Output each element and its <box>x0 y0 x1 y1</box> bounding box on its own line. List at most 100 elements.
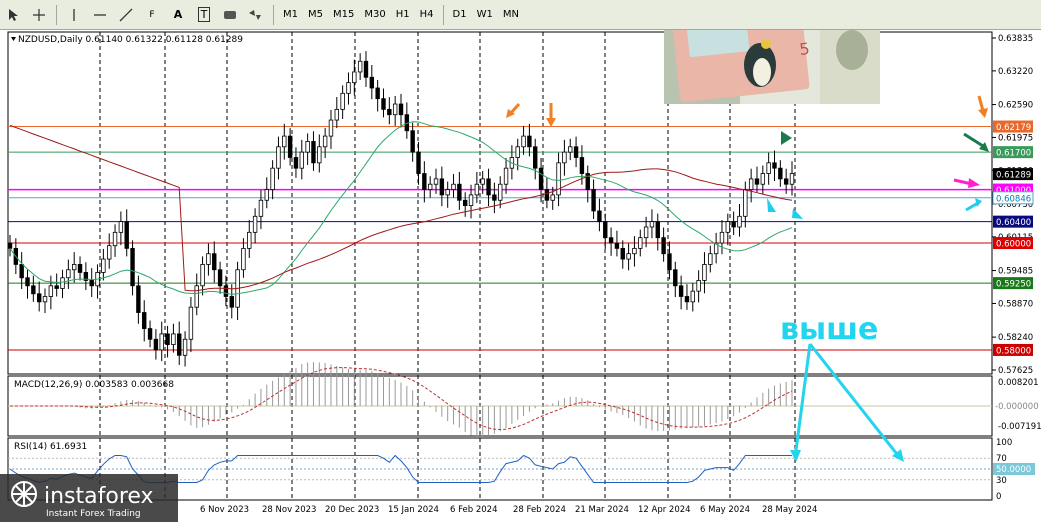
cursor-icon[interactable] <box>2 4 24 26</box>
price-tick-label: 0.63220 <box>998 67 1033 77</box>
candle-body <box>392 103 398 116</box>
date-tick-label: 15 Jan 2024 <box>388 505 439 515</box>
price-tick-label: 0.59485 <box>998 267 1033 277</box>
timeframe-m1[interactable]: M1 <box>278 4 303 26</box>
crosshair-icon[interactable] <box>28 4 50 26</box>
price-level-label: 0.61700 <box>996 149 1031 159</box>
candle-body <box>492 194 497 201</box>
date-tick-label: 20 Dec 2023 <box>325 505 379 515</box>
trendline-icon[interactable] <box>115 4 137 26</box>
candle-body <box>217 269 223 287</box>
candle-body <box>398 103 404 116</box>
candle-body <box>7 242 13 249</box>
price-tick-label: 0.61975 <box>998 133 1033 143</box>
timeframe-d1[interactable]: D1 <box>448 4 472 26</box>
candle-body <box>439 178 445 196</box>
candle-body <box>136 285 141 313</box>
fib-label: F <box>149 9 155 20</box>
candle-body <box>766 162 771 174</box>
candle-body <box>165 333 170 346</box>
chart-window[interactable]: 0.638350.632200.625900.619750.613600.607… <box>0 4 1041 522</box>
candle-body <box>614 242 620 249</box>
candle-body <box>241 247 246 271</box>
candle-body <box>171 333 176 346</box>
candle-body <box>42 296 48 303</box>
candle-body <box>748 178 754 190</box>
candle-body <box>153 338 159 351</box>
candle-body <box>608 237 614 244</box>
candle-body <box>71 264 77 271</box>
candle-body <box>667 253 672 271</box>
candle-body <box>293 157 299 169</box>
label-icon[interactable]: T <box>193 4 215 26</box>
date-tick-label: 6 Nov 2023 <box>200 505 249 515</box>
candle-body <box>743 189 748 217</box>
candle-body <box>649 221 655 228</box>
candle-body <box>212 253 217 271</box>
candle-body <box>89 280 94 287</box>
candle-body <box>410 130 415 153</box>
candle-body <box>708 253 713 265</box>
candle-body <box>130 247 135 287</box>
candle-body <box>655 221 660 239</box>
candle-body <box>223 285 229 297</box>
vertical-line-icon[interactable] <box>63 4 85 26</box>
timeframe-m5[interactable]: M5 <box>303 4 328 26</box>
timeframe-h4[interactable]: H4 <box>415 4 439 26</box>
text-icon[interactable]: A <box>167 4 189 26</box>
candle-body <box>579 157 585 174</box>
annotation-text: выше <box>780 312 878 347</box>
price-level-label: 0.59250 <box>996 280 1031 290</box>
candle-body <box>101 258 106 273</box>
candle-body <box>620 247 625 260</box>
candle-body <box>538 167 544 190</box>
svg-text:5: 5 <box>798 39 810 59</box>
candle-body <box>48 285 54 297</box>
candle-body <box>317 146 322 164</box>
candle-body <box>352 71 357 84</box>
candle-body <box>416 151 421 174</box>
candle-body <box>264 189 269 201</box>
candle-body <box>678 285 684 297</box>
candle-body <box>422 173 427 190</box>
date-tick-label: 28 May 2024 <box>762 505 817 515</box>
price-level-label: 0.58000 <box>996 346 1031 356</box>
candle-body <box>124 221 129 249</box>
candle-body <box>778 167 783 180</box>
candle-body <box>783 178 789 185</box>
candle-body <box>31 285 36 295</box>
timeframe-w1[interactable]: W1 <box>472 4 498 26</box>
price-level-label: 0.61289 <box>996 171 1031 181</box>
candle-body <box>661 237 666 255</box>
candle-body <box>754 178 760 185</box>
rsi-label: RSI(14) 61.6931 <box>14 442 87 452</box>
candle-body <box>107 245 112 260</box>
watermark: instaforex Instant Forex Trading <box>0 474 178 522</box>
candle-body <box>282 135 287 148</box>
timeframe-m15[interactable]: M15 <box>328 4 359 26</box>
candle-body <box>322 135 328 148</box>
candle-body <box>305 141 310 153</box>
shapes-icon[interactable] <box>245 4 267 26</box>
candle-body <box>159 333 164 351</box>
candle-body <box>427 183 433 190</box>
candle-body <box>696 280 701 292</box>
horizontal-line-icon[interactable] <box>89 4 111 26</box>
price-level-label: 0.60846 <box>996 194 1031 204</box>
rectangle-icon[interactable] <box>219 4 241 26</box>
fibonacci-icon[interactable]: F <box>141 4 163 26</box>
candle-body <box>632 247 637 255</box>
timeframe-h1[interactable]: H1 <box>391 4 415 26</box>
candle-body <box>276 146 281 169</box>
instaforex-logo-icon <box>11 481 37 507</box>
timeframe-m30[interactable]: M30 <box>359 4 390 26</box>
candle-body <box>521 135 526 148</box>
date-tick-label: 28 Feb 2024 <box>513 505 566 515</box>
candle-body <box>719 231 725 244</box>
candle-body <box>462 199 468 207</box>
candle-body <box>328 119 334 137</box>
chart-canvas[interactable]: 0.638350.632200.625900.619750.613600.607… <box>0 4 1041 522</box>
timeframe-mn[interactable]: MN <box>498 4 524 26</box>
price-tick-label: 0.58240 <box>998 333 1033 343</box>
candle-body <box>562 151 567 164</box>
